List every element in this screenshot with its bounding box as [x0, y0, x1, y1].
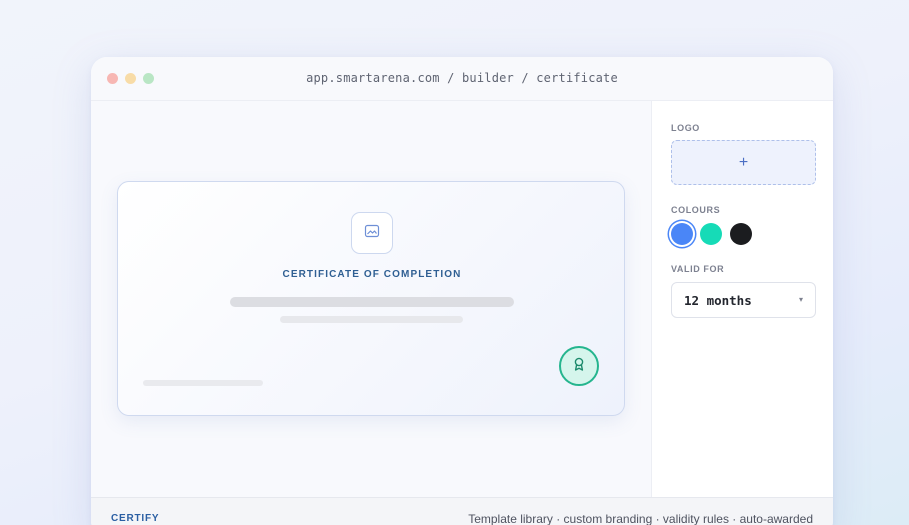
settings-panel: LOGO + COLOURS VALID FOR 12 months ▾	[651, 101, 833, 497]
course-name-placeholder	[280, 316, 463, 323]
chevron-down-icon: ▾	[798, 295, 803, 304]
award-ribbon-icon	[572, 356, 586, 377]
award-badge[interactable]	[559, 346, 599, 386]
address-url: app.smartarena.com / builder / certifica…	[306, 71, 618, 85]
certificate-logo-placeholder[interactable]	[351, 212, 393, 254]
signature-placeholder	[143, 380, 263, 386]
image-icon	[364, 224, 380, 243]
validity-select[interactable]: 12 months ▾	[671, 282, 816, 318]
title-bar: app.smartarena.com / builder / certifica…	[91, 57, 833, 101]
certificate-canvas: CERTIFICATE OF COMPLETION	[91, 101, 651, 497]
app-window: app.smartarena.com / builder / certifica…	[91, 57, 833, 525]
colour-swatch-blue[interactable]	[671, 223, 693, 245]
colour-swatch-black[interactable]	[730, 223, 752, 245]
colours-label: COLOURS	[671, 205, 721, 215]
footer-bar: CERTIFY Template library · custom brandi…	[91, 497, 833, 525]
certificate-preview[interactable]: CERTIFICATE OF COMPLETION	[117, 181, 625, 416]
logo-upload-dropzone[interactable]: +	[671, 140, 816, 185]
feature-summary: Template library · custom branding · val…	[468, 512, 813, 525]
logo-label: LOGO	[671, 123, 700, 133]
colour-swatch-teal[interactable]	[700, 223, 722, 245]
recipient-name-placeholder	[230, 297, 514, 307]
brand-name: CERTIFY	[111, 513, 160, 524]
plus-icon: +	[738, 153, 749, 171]
validity-value: 12 months	[684, 293, 752, 308]
valid-for-label: VALID FOR	[671, 264, 725, 274]
certificate-title: CERTIFICATE OF COMPLETION	[282, 269, 462, 280]
